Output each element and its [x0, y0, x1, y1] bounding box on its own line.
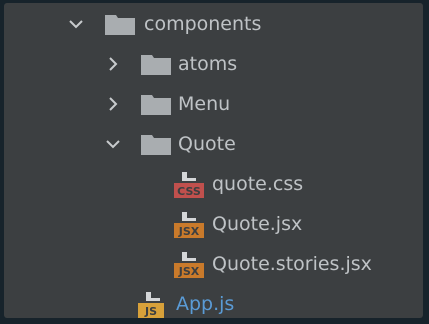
- tree-row-atoms[interactable]: atoms: [4, 44, 423, 84]
- project-tree-panel: components atoms Menu Quote CSS quote.cs…: [4, 3, 423, 318]
- tree-label-quote-stories-jsx: Quote.stories.jsx: [212, 253, 372, 275]
- svg-text:JSX: JSX: [178, 265, 200, 278]
- tree-label-atoms: atoms: [178, 53, 238, 75]
- chevron-right-icon[interactable]: [105, 56, 121, 72]
- tree-row-quote-jsx[interactable]: JSX Quote.jsx: [4, 204, 423, 244]
- folder-icon: [141, 135, 171, 155]
- chevron-right-icon[interactable]: [105, 96, 121, 112]
- tree-row-components[interactable]: components: [4, 4, 423, 44]
- svg-text:JSX: JSX: [178, 225, 200, 238]
- folder-icon: [105, 15, 135, 35]
- tree-row-quote-stories-jsx[interactable]: JSX Quote.stories.jsx: [4, 244, 423, 284]
- tree-label-quote-css: quote.css: [212, 173, 304, 195]
- tree-row-app-js[interactable]: JS App.js: [4, 284, 423, 318]
- jsx-file-icon: JSX: [174, 212, 204, 238]
- tree-label-app-js: App.js: [176, 293, 235, 315]
- tree-row-menu[interactable]: Menu: [4, 84, 423, 124]
- folder-icon: [141, 95, 171, 115]
- tree-row-quote-css[interactable]: CSS quote.css: [4, 164, 423, 204]
- tree-label-quote: Quote: [178, 133, 236, 155]
- tree-label-components: components: [144, 13, 262, 35]
- jsx-file-icon: JSX: [174, 252, 204, 278]
- js-file-icon: JS: [138, 292, 164, 318]
- folder-icon: [141, 55, 171, 75]
- tree-label-quote-jsx: Quote.jsx: [212, 213, 303, 235]
- svg-text:JS: JS: [144, 305, 157, 318]
- css-file-icon: CSS: [174, 172, 204, 198]
- tree-label-menu: Menu: [178, 93, 231, 115]
- chevron-down-icon[interactable]: [68, 16, 84, 32]
- tree-row-quote[interactable]: Quote: [4, 124, 423, 164]
- chevron-down-icon[interactable]: [105, 136, 121, 152]
- svg-text:CSS: CSS: [177, 185, 201, 198]
